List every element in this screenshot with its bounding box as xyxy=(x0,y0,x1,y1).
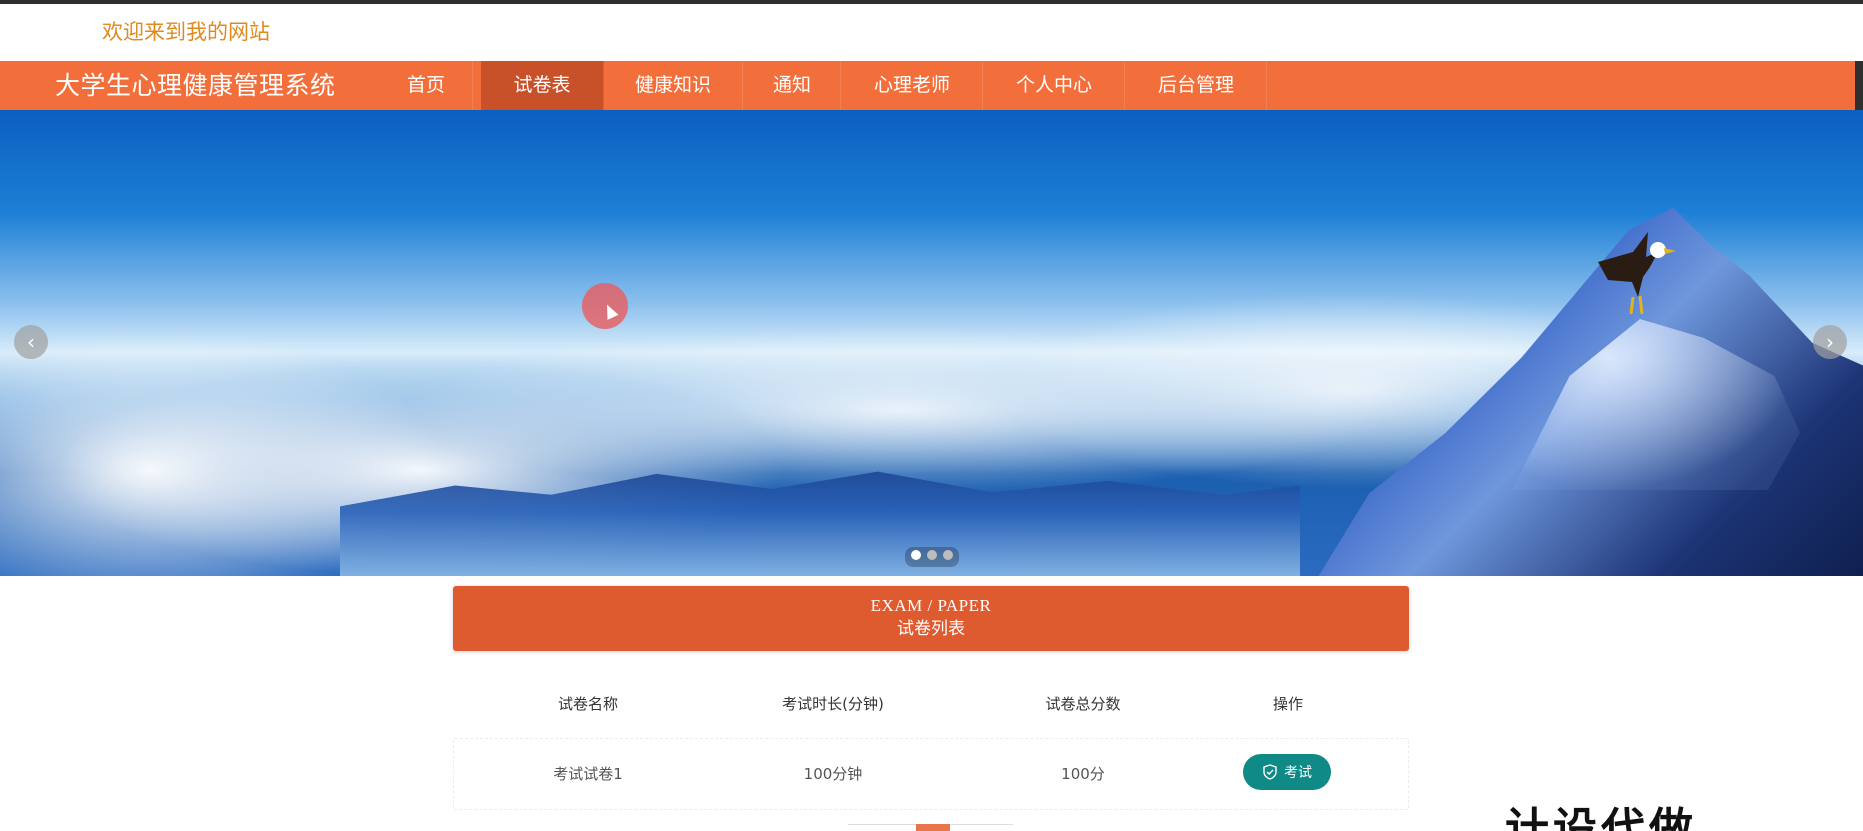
carousel-next-button[interactable]: › xyxy=(1813,325,1847,359)
carousel-dot-2[interactable] xyxy=(927,550,937,560)
main-navbar: 大学生心理健康管理系统 首页 试卷表 健康知识 通知 心理老师 个人中心 后台管… xyxy=(0,61,1855,110)
watermark-text: 计设代做 xyxy=(1505,804,1697,831)
pagination-active-page[interactable] xyxy=(916,824,950,831)
column-header-duration: 考试时长(分钟) xyxy=(782,695,884,713)
chevron-left-icon: ‹ xyxy=(27,330,35,354)
column-header-action: 操作 xyxy=(1272,695,1303,713)
section-title-cn: 试卷列表 xyxy=(897,619,965,639)
nav-item-notices[interactable]: 通知 xyxy=(744,61,841,110)
banner-mountains xyxy=(340,471,1300,576)
nav-item-counselors[interactable]: 心理老师 xyxy=(842,61,983,110)
hero-carousel[interactable]: ‹ › xyxy=(0,110,1863,576)
carousel-prev-button[interactable]: ‹ xyxy=(14,325,48,359)
carousel-dot-3[interactable] xyxy=(943,550,953,560)
nav-item-exam-papers[interactable]: 试卷表 xyxy=(481,61,604,110)
nav-item-admin[interactable]: 后台管理 xyxy=(1126,61,1267,110)
shield-check-icon xyxy=(1263,764,1277,780)
duration-cell: 100分钟 xyxy=(803,765,863,783)
window-edge xyxy=(1855,61,1863,110)
carousel-dot-1[interactable] xyxy=(911,550,921,560)
carousel-indicators xyxy=(905,547,959,567)
start-exam-button[interactable]: 考试 xyxy=(1243,754,1331,790)
chevron-right-icon: › xyxy=(1826,330,1834,354)
welcome-bar: 欢迎来到我的网站 xyxy=(0,4,1863,61)
nav-item-health-knowledge[interactable]: 健康知识 xyxy=(604,61,743,110)
exam-list-header: EXAM / PAPER 试卷列表 xyxy=(453,586,1409,651)
eagle-image xyxy=(1598,232,1676,315)
start-exam-label: 考试 xyxy=(1284,765,1312,781)
nav-item-home[interactable]: 首页 xyxy=(380,61,473,110)
section-title-en: EXAM / PAPER xyxy=(870,596,992,615)
page: 欢迎来到我的网站 大学生心理健康管理系统 首页 试卷表 健康知识 通知 心理老师… xyxy=(0,0,1863,831)
paper-name-cell: 考试试卷1 xyxy=(553,765,623,783)
column-header-score: 试卷总分数 xyxy=(1045,695,1121,713)
site-title: 大学生心理健康管理系统 xyxy=(55,71,336,100)
welcome-text: 欢迎来到我的网站 xyxy=(102,20,270,44)
exam-table: 试卷名称 考试时长(分钟) 试卷总分数 操作 考试试卷1 100分钟 100分 … xyxy=(453,668,1409,810)
column-header-name: 试卷名称 xyxy=(557,695,618,713)
nav-item-personal-center[interactable]: 个人中心 xyxy=(984,61,1125,110)
score-cell: 100分 xyxy=(1061,765,1105,783)
